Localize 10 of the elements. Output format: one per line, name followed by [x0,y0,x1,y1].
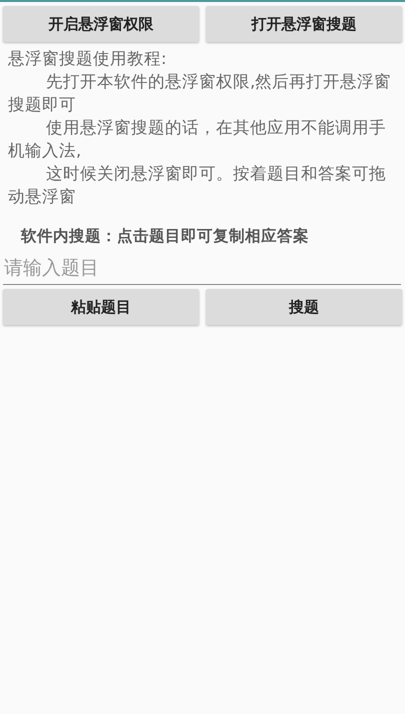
tutorial-paragraph: 使用悬浮窗搜题的话，在其他应用不能调用手机输入法, [8,117,387,162]
question-input-field[interactable]: 请输入题目 [3,253,401,285]
action-button[interactable]: 打开悬浮窗搜题 [206,6,402,42]
action-button[interactable]: 粘贴题目 [3,289,199,325]
tutorial-paragraph: 这时候关闭悬浮窗即可。按着题目和答案可拖动悬浮窗 [8,163,387,208]
tutorial-title: 悬浮窗搜题使用教程: [8,48,168,70]
action-button[interactable]: 搜题 [206,289,402,325]
in-app-hint: 软件内搜题：点击题目即可复制相应答案 [20,226,310,247]
tutorial-paragraph: 先打开本软件的悬浮窗权限,然后再打开悬浮窗搜题即可 [8,71,392,116]
action-button[interactable]: 开启悬浮窗权限 [3,6,199,42]
